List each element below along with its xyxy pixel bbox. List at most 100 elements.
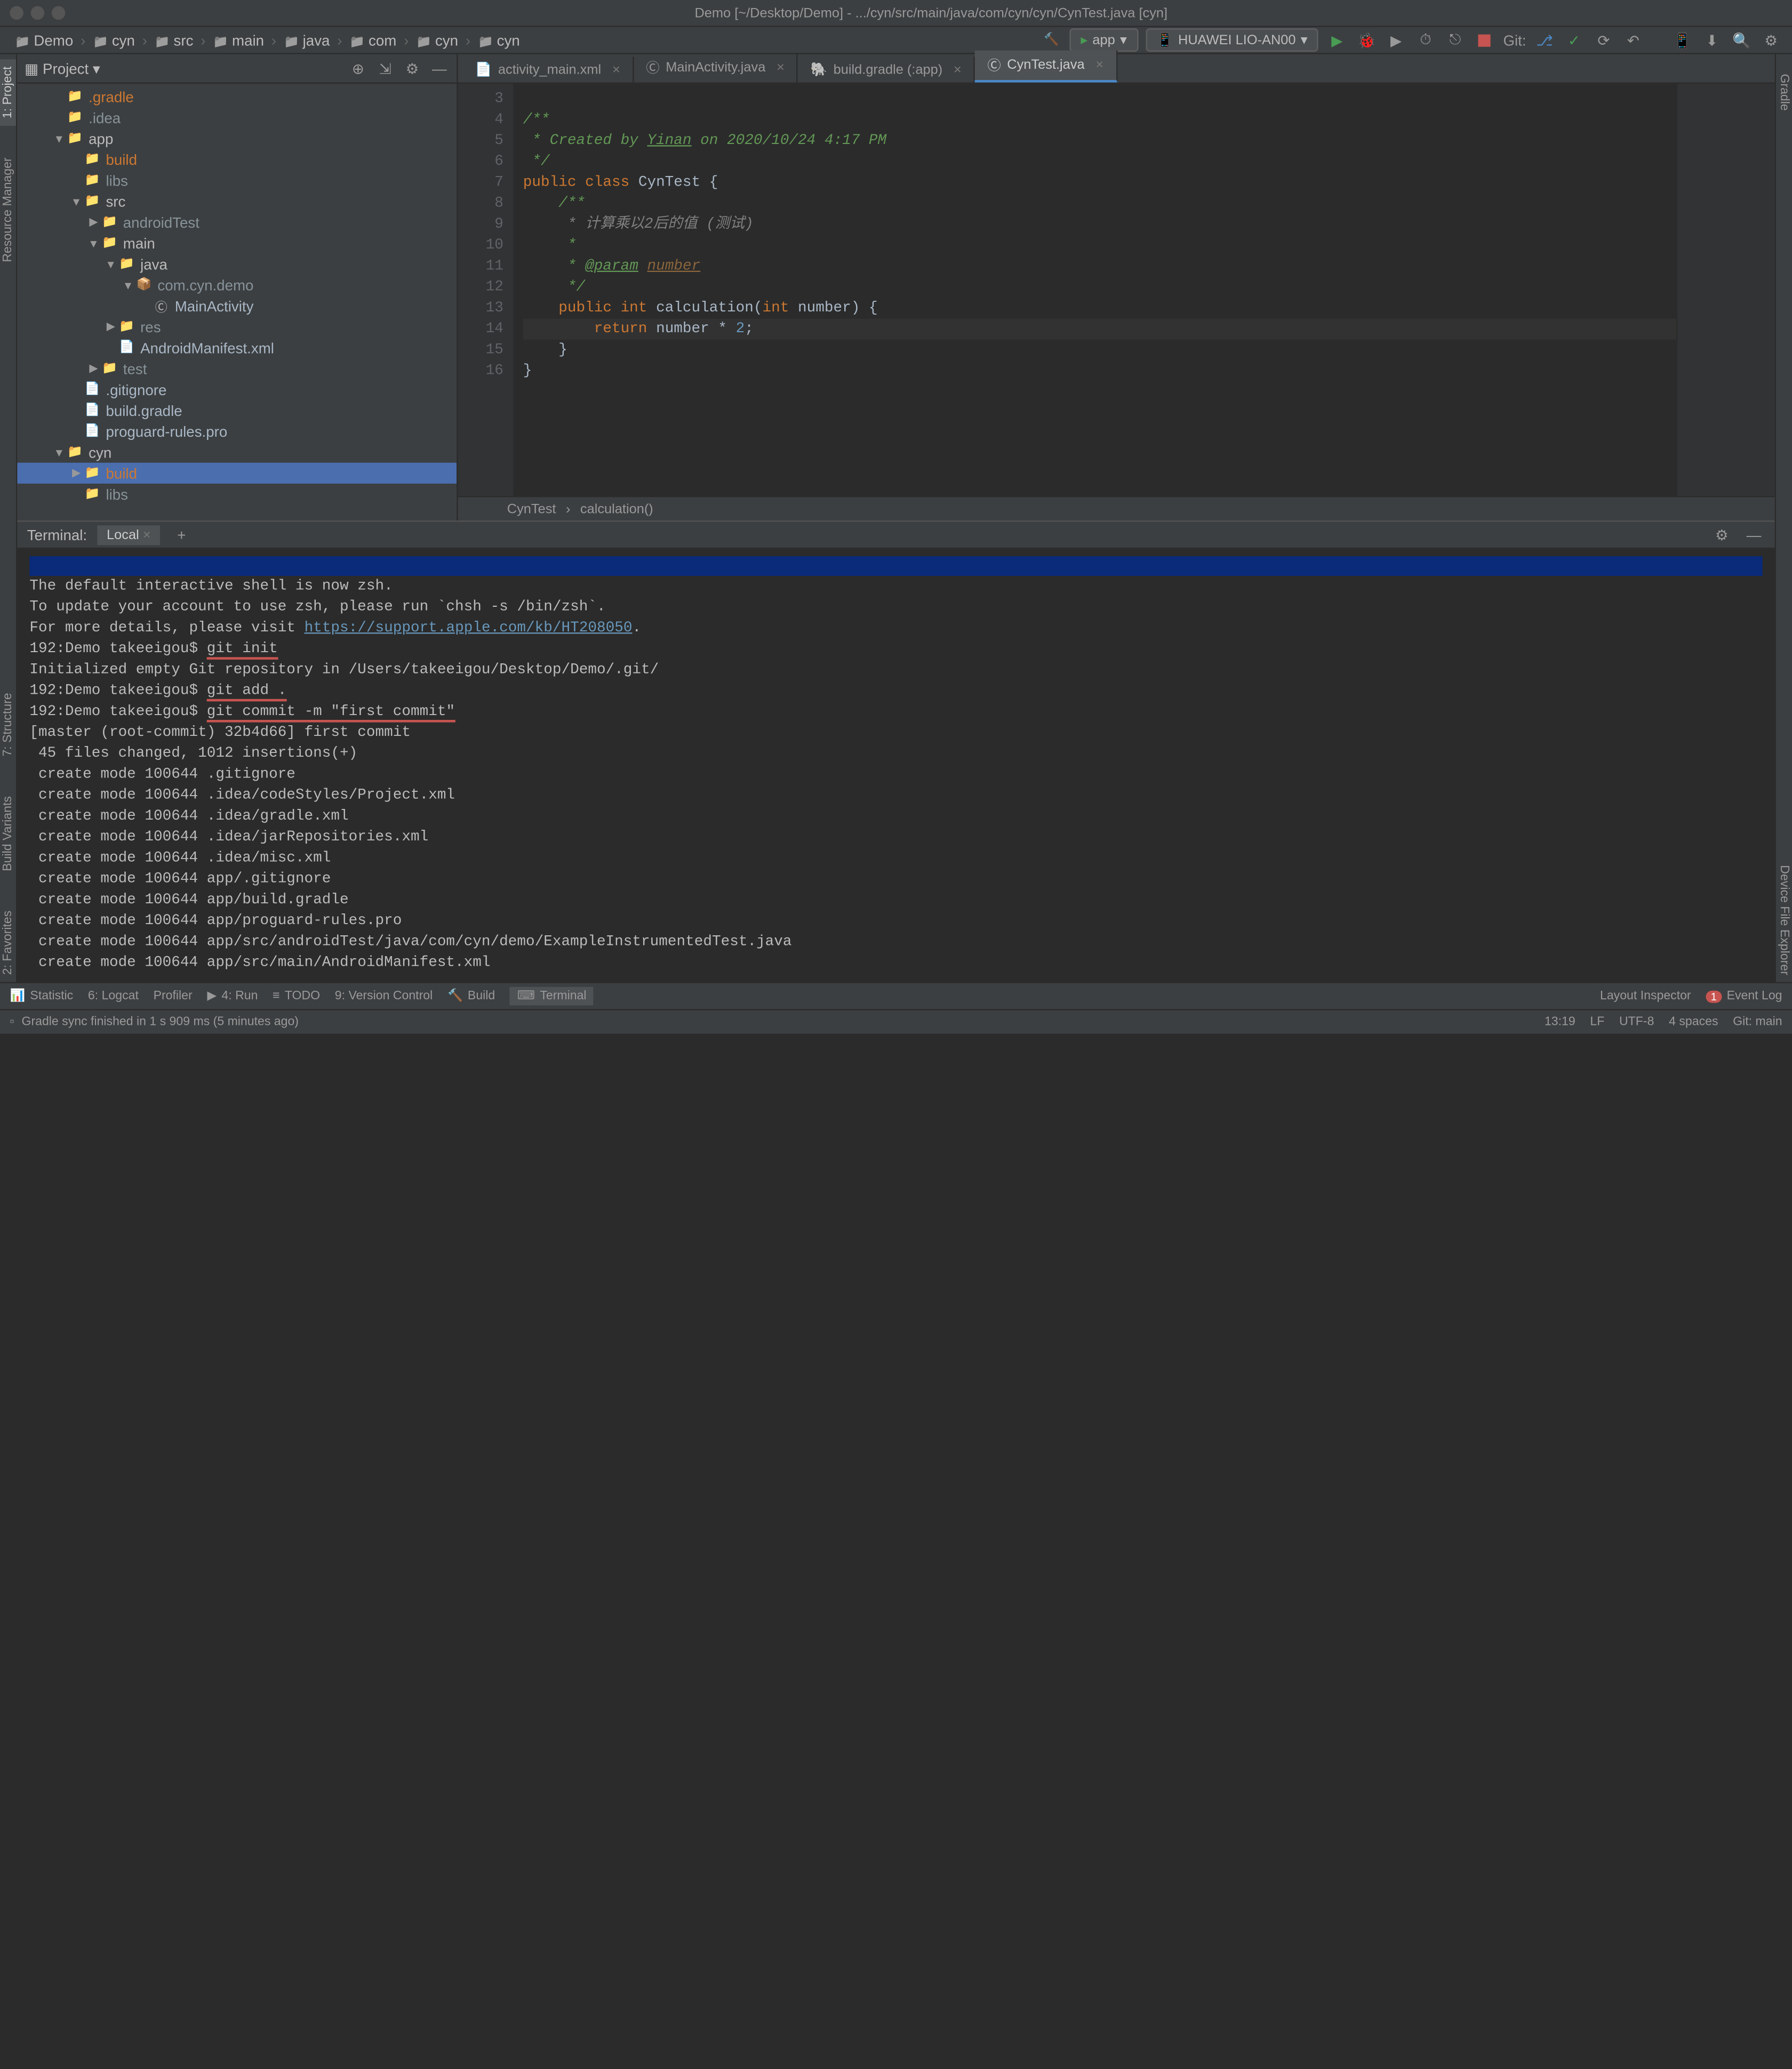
tab-gradle[interactable]: Gradle [1776,67,1792,118]
status-item[interactable]: Git: main [1733,1015,1782,1029]
tab-structure[interactable]: 7: Structure [0,686,16,764]
run-icon[interactable]: ▶ [1326,29,1348,51]
right-gutter: Gradle Device File Explorer [1775,54,1792,982]
terminal-body[interactable]: The default interactive shell is now zsh… [17,549,1774,982]
tree-item[interactable]: 📁.gradle [17,86,457,107]
breadcrumb-item[interactable]: java [279,31,335,49]
tree-item[interactable]: ▶📁androidTest [17,212,457,232]
editor-tabs: 📄activity_main.xml×ⒸMainActivity.java×🐘b… [458,54,1774,84]
code-breadcrumb: CynTest›calculation() [458,496,1774,520]
tree-item[interactable]: ▼📁java [17,253,457,274]
breadcrumb-item[interactable]: cyn [88,31,140,49]
git-revert-icon[interactable]: ↶ [1622,29,1645,51]
tree-item[interactable]: ▼📦com.cyn.demo [17,275,457,295]
avd-icon[interactable]: 📱 [1671,29,1694,51]
editor-area: 📄activity_main.xml×ⒸMainActivity.java×🐘b… [458,54,1774,521]
status-icon[interactable]: ▫ [10,1015,14,1029]
project-tree[interactable]: 📁.gradle 📁.idea▼📁app 📁build 📁libs▼📁src▶📁… [17,84,457,520]
add-terminal-icon[interactable]: + [171,524,193,546]
sdk-icon[interactable]: ⬇ [1701,29,1723,51]
tree-item[interactable]: ▼📁main [17,232,457,253]
tool-window-button[interactable]: 🔨Build [447,987,495,1006]
status-item[interactable]: UTF-8 [1619,1015,1654,1029]
status-item[interactable]: 13:19 [1545,1015,1575,1029]
git-history-icon[interactable]: ⟳ [1593,29,1615,51]
git-commit-icon[interactable]: ✓ [1563,29,1586,51]
tree-item[interactable]: 📁build [17,149,457,170]
breadcrumb-item[interactable]: main [208,31,269,49]
tree-item[interactable]: ▼📁cyn [17,442,457,462]
tool-window-button[interactable]: 📊Statistic [10,987,73,1006]
editor-tab[interactable]: ⒸCynTest.java× [975,51,1117,83]
titlebar: Demo [~/Desktop/Demo] - .../cyn/src/main… [0,0,1792,27]
coverage-icon[interactable]: ▶ [1385,29,1407,51]
breadcrumb-item[interactable]: src [150,31,198,49]
select-opened-icon[interactable]: ⊕ [348,59,368,78]
tree-item[interactable]: ▼📁app [17,128,457,149]
build-icon[interactable] [1040,29,1062,51]
status-bar: ▫ Gradle sync finished in 1 s 909 ms (5 … [0,1009,1792,1033]
tool-window-button[interactable]: ⌨Terminal [510,987,594,1006]
tree-item[interactable]: ▶📁res [17,316,457,337]
maximize-dot[interactable] [52,6,65,20]
terminal-gear-icon[interactable]: ⚙ [1711,524,1733,546]
minimap[interactable] [1676,84,1775,496]
tool-window-button[interactable]: 1Event Log [1706,989,1782,1003]
code-editor[interactable]: /** * Created by Yinan on 2020/10/24 4:1… [513,84,1676,496]
close-dot[interactable] [10,6,23,20]
project-panel: ▦ Project ▾ ⊕ ⇲ ⚙ — 📁.gradle 📁.idea▼📁app… [17,54,458,521]
terminal-panel: Terminal: Local × + ⚙ — The default inte… [17,520,1774,982]
tree-item[interactable]: 📁.idea [17,107,457,128]
editor-tab[interactable]: 📄activity_main.xml× [463,57,634,82]
tool-window-button[interactable]: 9: Version Control [335,987,433,1006]
ide-settings-icon[interactable]: ⚙ [1760,29,1782,51]
stop-icon[interactable] [1474,29,1496,51]
terminal-tab-local[interactable]: Local × [97,525,161,544]
tree-item[interactable]: ▶📁build [17,463,457,484]
tree-item[interactable]: 📁libs [17,484,457,504]
tool-window-button[interactable]: Layout Inspector [1600,989,1691,1003]
tab-resource-manager[interactable]: Resource Manager [0,150,16,270]
git-branch-icon[interactable]: ⎇ [1533,29,1556,51]
hide-icon[interactable]: — [429,59,449,78]
tree-item[interactable]: 📄build.gradle [17,400,457,421]
tab-favorites[interactable]: 2: Favorites [0,903,16,982]
breadcrumb-item[interactable]: cyn [473,31,525,49]
device-dropdown[interactable]: 📱HUAWEI LIO-AN00▾ [1145,28,1318,52]
run-config-dropdown[interactable]: app▾ [1070,28,1138,52]
project-dropdown[interactable]: ▦ Project ▾ [25,60,100,77]
minimize-dot[interactable] [31,6,44,20]
attach-icon[interactable]: ⎋ [1444,29,1467,51]
tree-item[interactable]: 📄AndroidManifest.xml [17,337,457,358]
debug-icon[interactable]: 🐞 [1356,29,1378,51]
profiler-icon[interactable]: ⏱ [1414,29,1437,51]
tab-project[interactable]: 1: Project [0,59,16,126]
collapse-icon[interactable]: ⇲ [375,59,395,78]
tree-item[interactable]: ▼📁src [17,191,457,212]
editor-tab[interactable]: ⒸMainActivity.java× [634,53,798,82]
tool-window-button[interactable]: ≡TODO [273,987,320,1006]
tool-window-button[interactable]: ▶4: Run [207,987,258,1006]
tree-item[interactable]: 📄proguard-rules.pro [17,421,457,442]
tree-item[interactable]: 📄.gitignore [17,379,457,400]
breadcrumb: Demo›cyn›src›main›java›com›cyn›cyn [10,31,525,49]
left-gutter: 1: Project Resource Manager 7: Structure… [0,54,17,982]
breadcrumb-item[interactable]: cyn [411,31,463,49]
tool-window-button[interactable]: 6: Logcat [88,987,139,1006]
tree-item[interactable]: ▶📁test [17,358,457,379]
tool-window-button[interactable]: Profiler [154,987,193,1006]
tab-build-variants[interactable]: Build Variants [0,789,16,878]
tree-item[interactable]: 📁libs [17,170,457,190]
editor-tab[interactable]: 🐘build.gradle (:app)× [798,57,975,82]
gear-icon[interactable]: ⚙ [403,59,422,78]
terminal-hide-icon[interactable]: — [1743,524,1765,546]
tree-item[interactable]: ⒸMainActivity [17,295,457,316]
search-icon[interactable]: 🔍 [1731,29,1753,51]
status-item[interactable]: 4 spaces [1669,1015,1718,1029]
status-item[interactable]: LF [1590,1015,1604,1029]
breadcrumb-item[interactable]: Demo [10,31,78,49]
git-label: Git: [1503,31,1526,49]
tab-device-explorer[interactable]: Device File Explorer [1776,857,1792,982]
status-message: Gradle sync finished in 1 s 909 ms (5 mi… [21,1015,298,1029]
breadcrumb-item[interactable]: com [345,31,401,49]
